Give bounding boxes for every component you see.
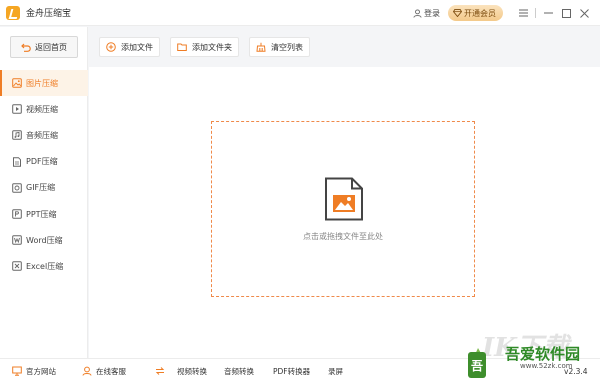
sidebar-item-label: Word压缩 bbox=[26, 235, 63, 245]
website-label: 官方网站 bbox=[26, 366, 56, 376]
add-file-label: 添加文件 bbox=[121, 42, 153, 52]
record-link[interactable]: 录屏 bbox=[328, 359, 343, 382]
sidebar-item-word[interactable]: Word压缩 bbox=[0, 227, 88, 253]
word-icon bbox=[12, 235, 22, 246]
pdf-convert-label: PDF转换器 bbox=[273, 366, 311, 376]
divider bbox=[535, 8, 536, 18]
folder-icon bbox=[177, 43, 187, 51]
record-label: 录屏 bbox=[328, 366, 343, 376]
image-file-icon bbox=[325, 177, 363, 221]
watermark-title: 吾爱软件园 bbox=[505, 345, 581, 363]
broom-icon bbox=[256, 42, 266, 52]
sidebar-list: 图片压缩 视频压缩 音频压缩 PDF压缩 GIF压缩 PPT压缩 Word压缩 bbox=[0, 70, 88, 280]
add-folder-label: 添加文件夹 bbox=[192, 42, 232, 52]
support-icon bbox=[82, 366, 92, 376]
gif-icon bbox=[12, 183, 22, 193]
minimize-icon[interactable] bbox=[540, 5, 556, 21]
watermark-url: www.52zk.com bbox=[520, 362, 573, 370]
vip-button[interactable]: 开通会员 bbox=[448, 5, 503, 21]
pdf-icon bbox=[13, 156, 21, 167]
excel-icon bbox=[12, 261, 22, 272]
app-title: 金舟压缩宝 bbox=[26, 9, 72, 19]
support-label: 在线客服 bbox=[96, 366, 126, 376]
convert-icon bbox=[155, 367, 165, 375]
support-link[interactable]: 在线客服 bbox=[82, 359, 126, 382]
login-label: 登录 bbox=[424, 8, 440, 18]
sidebar-item-gif[interactable]: GIF压缩 bbox=[0, 175, 88, 201]
back-home-label: 返回首页 bbox=[35, 42, 67, 52]
close-icon[interactable] bbox=[576, 5, 592, 21]
ppt-icon bbox=[12, 209, 22, 219]
back-home-button[interactable]: 返回首页 bbox=[10, 36, 78, 58]
sidebar-item-pdf[interactable]: PDF压缩 bbox=[0, 149, 88, 175]
video-convert-label: 视频转换 bbox=[177, 366, 207, 376]
sidebar-item-video[interactable]: 视频压缩 bbox=[0, 96, 88, 122]
sidebar-item-label: Excel压缩 bbox=[26, 261, 64, 271]
video-icon bbox=[12, 104, 22, 115]
audio-convert-link[interactable]: 音频转换 bbox=[224, 359, 254, 382]
sidebar-item-excel[interactable]: Excel压缩 bbox=[0, 253, 88, 279]
image-icon bbox=[12, 78, 22, 88]
clear-list-label: 清空列表 bbox=[271, 42, 303, 52]
website-link[interactable]: 官方网站 bbox=[12, 359, 56, 382]
sidebar-item-label: PDF压缩 bbox=[26, 157, 58, 167]
menu-icon[interactable] bbox=[515, 5, 531, 21]
vip-label: 开通会员 bbox=[464, 8, 496, 18]
audio-convert-label: 音频转换 bbox=[224, 366, 254, 376]
sidebar-item-ppt[interactable]: PPT压缩 bbox=[0, 201, 88, 227]
sidebar-item-label: GIF压缩 bbox=[26, 183, 56, 193]
back-arrow-icon bbox=[21, 43, 31, 52]
sidebar-item-label: PPT压缩 bbox=[26, 209, 57, 219]
diamond-icon bbox=[453, 9, 462, 17]
audio-icon bbox=[12, 130, 22, 141]
title-bar-actions: 登录 开通会员 bbox=[413, 0, 600, 26]
pdf-convert-link[interactable]: PDF转换器 bbox=[273, 359, 310, 382]
maximize-icon[interactable] bbox=[558, 5, 574, 21]
sidebar: 返回首页 图片压缩 视频压缩 音频压缩 PDF压缩 GIF压缩 PPT压缩 Wo… bbox=[0, 27, 88, 358]
plus-circle-icon bbox=[106, 42, 116, 52]
add-folder-button[interactable]: 添加文件夹 bbox=[170, 37, 239, 57]
title-bar: 金舟压缩宝 登录 开通会员 bbox=[0, 0, 600, 26]
sidebar-item-label: 视频压缩 bbox=[26, 104, 58, 114]
toolbar: 添加文件 添加文件夹 清空列表 bbox=[89, 27, 600, 67]
sidebar-item-audio[interactable]: 音频压缩 bbox=[0, 122, 88, 148]
add-file-button[interactable]: 添加文件 bbox=[99, 37, 160, 57]
app-logo-icon bbox=[6, 5, 20, 20]
drop-hint: 点击或拖拽文件至此处 bbox=[303, 232, 383, 241]
sidebar-item-image[interactable]: 图片压缩 bbox=[0, 70, 88, 97]
sidebar-item-label: 音频压缩 bbox=[26, 130, 58, 140]
user-icon bbox=[413, 8, 422, 18]
main-panel: 点击或拖拽文件至此处 bbox=[89, 67, 600, 358]
sidebar-item-label: 图片压缩 bbox=[26, 78, 58, 88]
clear-list-button[interactable]: 清空列表 bbox=[249, 37, 310, 57]
drop-zone[interactable]: 点击或拖拽文件至此处 bbox=[211, 121, 475, 297]
login-button[interactable]: 登录 bbox=[413, 8, 440, 19]
monitor-icon bbox=[12, 366, 22, 376]
video-convert-link[interactable]: 视频转换 bbox=[155, 359, 207, 382]
svg-text:吾: 吾 bbox=[471, 358, 483, 373]
